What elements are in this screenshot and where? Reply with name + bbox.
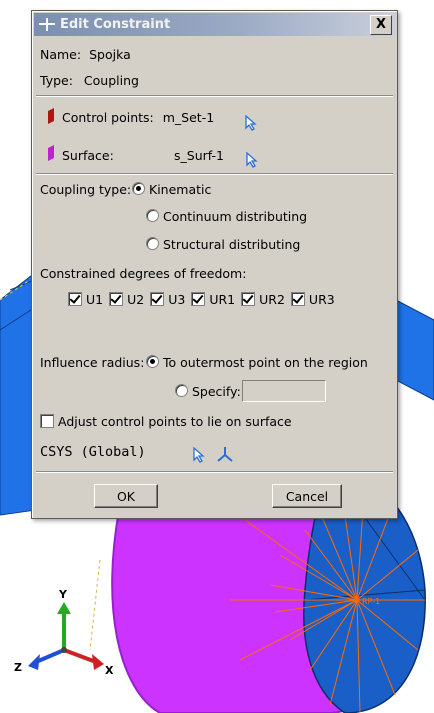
control-points-value: m_Set-1 — [162, 110, 215, 125]
edit-constraint-dialog: Edit Constraint X Name: Spojka Type: Cou… — [31, 10, 398, 519]
dialog-title: Edit Constraint — [60, 17, 171, 32]
triad-x-label: X — [105, 664, 114, 677]
dof-u2[interactable]: U2 — [109, 292, 144, 307]
dof-ur3[interactable]: UR3 — [290, 292, 335, 307]
ok-button[interactable]: OK — [94, 484, 158, 508]
triad-y-label: Y — [58, 588, 68, 601]
triad-z-label: Z — [14, 661, 22, 674]
surface-row: Surface: — [62, 148, 114, 163]
separator — [36, 173, 393, 175]
control-points-row: Control points: m_Set-1 — [62, 110, 214, 125]
checkbox-ur1[interactable] — [191, 292, 206, 306]
triad-icon — [28, 602, 104, 670]
type-label: Type: — [40, 73, 73, 88]
influence-option-outermost[interactable]: To outermost point on the region — [146, 355, 368, 370]
name-value: Spojka — [89, 47, 131, 62]
separator — [36, 95, 393, 97]
coupling-option-label: Kinematic — [149, 182, 212, 197]
coupling-option-label: Continuum distributing — [163, 209, 308, 224]
surface-value-row: s_Surf-1 — [174, 148, 224, 163]
select-arrow-icon[interactable] — [245, 152, 259, 168]
select-arrow-icon[interactable] — [244, 115, 258, 131]
csys-axes-icon[interactable] — [216, 445, 234, 463]
dof-ur1[interactable]: UR1 — [191, 292, 235, 307]
dof-ur2[interactable]: UR2 — [241, 292, 285, 307]
dof-label-u3: U3 — [168, 292, 186, 307]
name-row: Name: Spojka — [40, 47, 131, 62]
type-row: Type: Coupling — [40, 73, 139, 88]
adjust-control-points-row[interactable]: Adjust control points to lie on surface — [40, 414, 292, 429]
coupling-option-continuum[interactable]: Continuum distributing — [146, 209, 307, 224]
surface-icon — [48, 145, 54, 161]
checkbox-u3[interactable] — [150, 292, 165, 306]
coupling-option-label: Structural distributing — [163, 237, 301, 252]
close-icon: X — [375, 17, 387, 32]
dof-label-ur2: UR2 — [259, 292, 285, 307]
dialog-titlebar[interactable]: Edit Constraint X — [34, 13, 395, 36]
separator — [36, 471, 393, 473]
coupling-type-label: Coupling type: — [40, 182, 132, 197]
reference-point — [354, 597, 360, 603]
model-part-right — [395, 299, 434, 401]
specify-radius-input[interactable] — [242, 380, 326, 402]
csys-label: CSYS (Global) — [40, 444, 146, 460]
checkbox-u2[interactable] — [109, 292, 124, 306]
dof-label-u1: U1 — [86, 292, 104, 307]
checkbox-adjust[interactable] — [40, 414, 54, 428]
dof-label: Constrained degrees of freedom: — [40, 266, 247, 281]
influence-option-specify[interactable]: Specify: — [175, 384, 241, 399]
surface-label: Surface: — [62, 148, 114, 163]
type-value: Coupling — [83, 73, 139, 88]
radio-outermost[interactable] — [146, 355, 159, 368]
radio-structural[interactable] — [146, 237, 159, 250]
dof-checkboxes: U1 U2 U3 UR1 UR2 UR3 — [68, 292, 341, 307]
dof-label-ur3: UR3 — [308, 292, 335, 307]
adjust-label: Adjust control points to lie on surface — [58, 414, 292, 429]
dof-label-u2: U2 — [127, 292, 145, 307]
coupling-option-kinematic[interactable]: Kinematic — [132, 182, 211, 197]
influence-radius-label: Influence radius: — [40, 355, 145, 370]
name-label: Name: — [40, 47, 82, 62]
dof-u3[interactable]: U3 — [150, 292, 185, 307]
radio-continuum[interactable] — [146, 209, 159, 222]
checkbox-ur2[interactable] — [241, 292, 256, 306]
dof-u1[interactable]: U1 — [68, 292, 103, 307]
influence-option-label: Specify: — [192, 384, 241, 399]
close-button[interactable]: X — [370, 15, 392, 35]
csys-select-arrow-icon[interactable] — [192, 447, 206, 463]
dashed-guide — [89, 559, 101, 651]
cancel-button[interactable]: Cancel — [272, 484, 342, 508]
checkbox-u1[interactable] — [68, 292, 82, 306]
radio-specify[interactable] — [175, 384, 188, 397]
dof-label-ur1: UR1 — [209, 292, 236, 307]
radio-kinematic[interactable] — [132, 182, 145, 195]
influence-option-label: To outermost point on the region — [163, 355, 368, 370]
checkbox-ur3[interactable] — [290, 292, 305, 306]
coupling-option-structural[interactable]: Structural distributing — [146, 237, 300, 252]
surface-value: s_Surf-1 — [174, 148, 224, 163]
edit-constraint-icon — [39, 18, 55, 31]
reference-point-label: RP-1 — [362, 597, 380, 606]
control-points-label: Control points: — [62, 110, 154, 125]
control-points-icon — [48, 108, 54, 124]
